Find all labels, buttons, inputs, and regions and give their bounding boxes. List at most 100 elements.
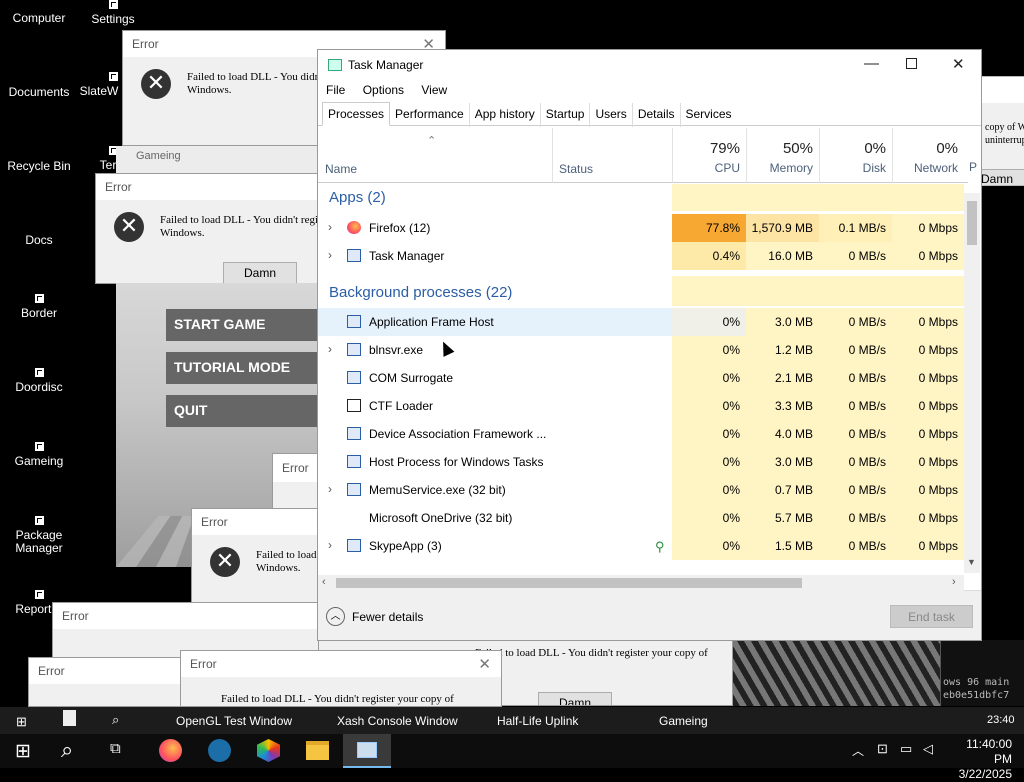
scroll-right-icon[interactable]: › <box>952 576 956 588</box>
end-task-button[interactable]: End task <box>890 605 973 628</box>
network-label: Network <box>913 161 958 175</box>
sort-chevron-icon: ⌃ <box>427 135 437 147</box>
process-disk: 0 MB/s <box>819 448 892 476</box>
process-row[interactable]: › MemuService.exe (32 bit) 0% 0.7 MB 0 MB/s 0… <box>318 476 968 504</box>
taskbar-clock[interactable]: 11:40:00 PM 3/22/2025 <box>948 737 1012 782</box>
firefox-icon[interactable] <box>159 739 182 762</box>
tab-app-history[interactable]: App history <box>470 103 541 127</box>
close-icon[interactable]: ✕ <box>952 55 965 73</box>
taskbar-item-gameing[interactable]: Gameing <box>659 714 708 728</box>
desktop-icon[interactable]: Doordisc <box>0 368 78 394</box>
desktop-icon[interactable]: Border <box>0 294 78 320</box>
task-manager-window: Task Manager — ✕ File Options View Proce… <box>317 49 982 641</box>
tab-performance[interactable]: Performance <box>390 103 470 127</box>
menu-options[interactable]: Options <box>363 83 404 97</box>
minimize-icon[interactable]: — <box>864 55 879 72</box>
task-manager-taskbar-icon[interactable] <box>343 734 391 768</box>
steam-icon[interactable] <box>208 739 231 762</box>
desktop-icon-label: Docs <box>25 233 53 247</box>
search-icon[interactable]: ⌕ <box>112 712 119 728</box>
search-icon[interactable]: ⌕ <box>61 737 73 763</box>
desktop-icon[interactable]: Documents <box>0 86 78 99</box>
process-cpu: 0% <box>672 308 746 336</box>
desktop-icon[interactable]: Docs <box>0 234 78 247</box>
chevron-right-icon[interactable]: › <box>328 538 332 552</box>
damn-button[interactable]: Damn <box>538 692 612 705</box>
error-dialog: Error <box>28 657 188 707</box>
process-row[interactable]: CTF Loader 0% 3.3 MB 0 MB/s 0 Mbps <box>318 392 968 420</box>
volume-muted-icon[interactable]: ◁ <box>923 741 933 757</box>
edit-icon <box>347 399 361 412</box>
tab-details[interactable]: Details <box>633 103 681 127</box>
taskbar-item-half-life[interactable]: Half-Life Uplink <box>497 714 578 728</box>
taskbar-item-xash[interactable]: Xash Console Window <box>337 714 458 728</box>
tab-processes[interactable]: Processes <box>322 102 391 126</box>
desktop-icon[interactable]: Settings <box>74 0 152 26</box>
tab-startup[interactable]: Startup <box>541 103 591 127</box>
desktop-icon[interactable]: Recycle Bin <box>0 160 78 173</box>
scrollbar-thumb[interactable] <box>967 201 977 245</box>
scroll-down-icon[interactable]: ▼ <box>967 557 976 567</box>
column-network[interactable]: 0% Network <box>892 128 964 183</box>
network-icon[interactable]: ⊡ <box>877 741 888 757</box>
scrollbar-thumb[interactable] <box>336 578 802 588</box>
column-power[interactable]: P <box>969 160 977 174</box>
process-row[interactable]: Application Frame Host 0% 3.0 MB 0 MB/s 0 Mb… <box>318 308 968 336</box>
tutorial-mode-button[interactable]: TUTORIAL MODE <box>166 352 326 384</box>
process-cpu: 0% <box>672 392 746 420</box>
fewer-details-link[interactable]: Fewer details <box>352 610 423 624</box>
process-row[interactable]: Device Association Framework ... 0% 4.0 MB… <box>318 420 968 448</box>
chevron-right-icon[interactable]: › <box>328 220 332 234</box>
notepad-icon[interactable] <box>63 710 76 726</box>
vertical-scrollbar[interactable]: ▼ <box>964 193 980 573</box>
column-cpu[interactable]: 79% CPU <box>672 128 746 183</box>
scroll-left-icon[interactable]: ‹ <box>322 576 326 588</box>
damn-button[interactable]: Damn <box>979 169 1024 185</box>
process-row[interactable]: › SkypeApp (3) 0% 1.5 MB 0 MB/s 0 Mbps <box>318 532 968 560</box>
process-row[interactable]: › blnsvr.exe 0% 1.2 MB 0 MB/s 0 Mbps <box>318 336 968 364</box>
error-message-tail: Windows. <box>160 227 205 239</box>
error-message-fragment: copy of W <box>985 122 1024 133</box>
taskbar-item-opengl[interactable]: OpenGL Test Window <box>176 714 292 728</box>
column-memory[interactable]: 50% Memory <box>746 128 819 183</box>
chevron-right-icon[interactable]: › <box>328 248 332 262</box>
process-net: 0 Mbps <box>892 420 964 448</box>
chevron-up-icon[interactable]: ︿ <box>326 607 345 626</box>
desktop-icon[interactable]: Computer <box>0 12 78 25</box>
desktop-icon[interactable]: Gameing <box>0 442 78 468</box>
app-icon[interactable] <box>257 739 280 762</box>
menu-view[interactable]: View <box>421 83 447 97</box>
close-icon[interactable]: ✕ <box>478 655 491 673</box>
chevron-right-icon[interactable]: › <box>328 482 332 496</box>
horizontal-scrollbar[interactable]: ‹ › <box>318 575 964 591</box>
chevron-right-icon[interactable]: › <box>328 342 332 356</box>
maximize-icon[interactable] <box>906 58 917 69</box>
memory-total: 50% <box>782 140 813 157</box>
tab-users[interactable]: Users <box>590 103 633 127</box>
process-row[interactable]: › Task Manager 0.4% 16.0 MB 0 MB/s 0 Mbps <box>318 242 968 270</box>
tab-bar: Processes Performance App history Startup Us… <box>318 102 981 127</box>
menu-file[interactable]: File <box>326 83 345 97</box>
process-net: 0 Mbps <box>892 392 964 420</box>
shortcut-icon <box>34 442 44 451</box>
damn-button[interactable]: Damn <box>223 262 297 283</box>
column-status[interactable]: Status <box>559 162 593 176</box>
tab-services[interactable]: Services <box>681 103 737 127</box>
chevron-up-icon[interactable]: ︿ <box>852 742 864 759</box>
start-icon[interactable]: ⊞ <box>16 714 27 730</box>
title-bar[interactable]: Task Manager — ✕ <box>318 50 981 80</box>
column-disk[interactable]: 0% Disk <box>819 128 892 183</box>
process-net: 0 Mbps <box>892 214 964 242</box>
windows-start-icon[interactable]: ⊞ <box>15 740 31 763</box>
process-row[interactable]: Microsoft OneDrive (32 bit) 0% 5.7 MB 0 MB/… <box>318 504 968 532</box>
usb-icon[interactable]: ▭ <box>900 741 912 757</box>
file-explorer-icon[interactable] <box>306 741 329 760</box>
quit-button[interactable]: QUIT <box>166 395 326 427</box>
process-row[interactable]: COM Surrogate 0% 2.1 MB 0 MB/s 0 Mbps <box>318 364 968 392</box>
desktop-icon[interactable]: Package Manager <box>0 516 78 555</box>
column-name[interactable]: Name <box>325 162 357 176</box>
process-row[interactable]: › Firefox (12) 77.8% 1,570.9 MB 0.1 MB/s 0 Mb… <box>318 214 968 242</box>
process-row[interactable]: Host Process for Windows Tasks 0% 3.0 MB 0 … <box>318 448 968 476</box>
task-view-icon[interactable]: ⧉ <box>110 740 121 757</box>
start-game-button[interactable]: START GAME <box>166 309 326 341</box>
